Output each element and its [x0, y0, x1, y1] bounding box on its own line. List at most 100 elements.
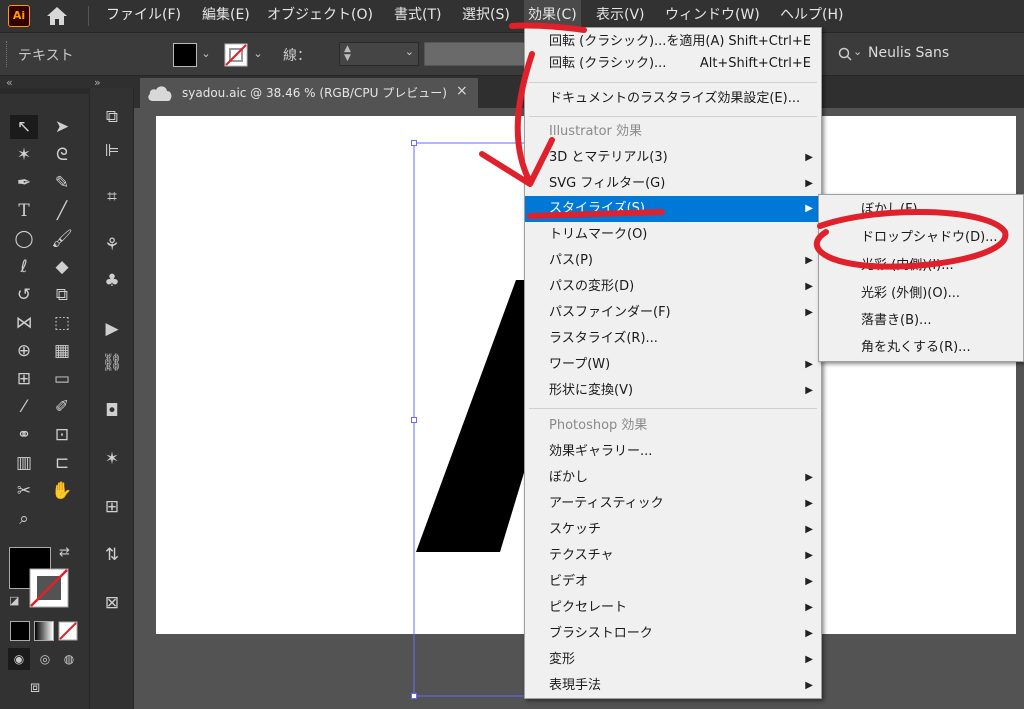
menu-type[interactable]: 書式(T)	[394, 0, 441, 32]
club-symbol-icon[interactable]: ♣	[98, 268, 126, 294]
transform-panel-icon[interactable]: ⧉	[98, 104, 126, 130]
shaper-tool-icon[interactable]: ℓ	[10, 255, 38, 279]
submenu-arrow-icon: ▶	[805, 359, 813, 370]
fill-swatch[interactable]	[173, 43, 197, 67]
paintbrush-tool-icon[interactable]: 🖌	[48, 227, 76, 251]
lasso-tool-icon[interactable]: ᘓ	[48, 143, 76, 167]
scale-tool-icon[interactable]: ⧉	[48, 283, 76, 307]
submenu-item-feather[interactable]: ぼかし(F)...	[819, 197, 1023, 223]
menu-file[interactable]: ファイル(F)	[106, 0, 181, 32]
submenu-item-scribble[interactable]: 落書き(B)...	[819, 308, 1023, 334]
symbol-sprayer-tool-icon[interactable]: ⊡	[48, 423, 76, 447]
menu-edit[interactable]: 編集(E)	[202, 0, 250, 32]
menu-item-path[interactable]: パス(P) ▶	[525, 248, 821, 274]
align-panel-icon[interactable]: ⊫	[98, 138, 126, 164]
menu-item-transform[interactable]: 変形 ▶	[525, 647, 821, 673]
letter-artwork[interactable]	[400, 140, 540, 700]
menu-item-pathfinder[interactable]: パスファインダー(F) ▶	[525, 300, 821, 326]
curvature-tool-icon[interactable]: ✎	[48, 171, 76, 195]
menu-item-raster-settings[interactable]: ドキュメントのラスタライズ効果設定(E)...	[525, 86, 821, 112]
align-grid-icon[interactable]: ⊞	[98, 494, 126, 520]
menu-item-distort[interactable]: パスの変形(D) ▶	[525, 274, 821, 300]
artboard-tool-icon[interactable]: ⊏	[48, 451, 76, 475]
line-tool-icon[interactable]: ╱	[48, 199, 76, 223]
pen-tool-icon[interactable]: ✒	[10, 171, 38, 195]
links-panel-icon[interactable]: ⛓	[98, 350, 126, 376]
menu-item-stylize[interactable]: スタイライズ(S) ▶	[525, 196, 821, 222]
mesh-tool-icon[interactable]: ⊞	[10, 367, 38, 391]
stepper-icon[interactable]: ▲ ▼	[344, 45, 351, 63]
menu-item-video[interactable]: ビデオ ▶	[525, 569, 821, 595]
menu-item-brush-strokes[interactable]: ブラシストローク ▶	[525, 621, 821, 647]
image-trace-panel-icon[interactable]: ◘	[98, 398, 126, 424]
perspective-grid-tool-icon[interactable]: ▦	[48, 339, 76, 363]
slice-tool-icon[interactable]: ✂	[10, 479, 38, 503]
menu-item-pixelate[interactable]: ピクセレート ▶	[525, 595, 821, 621]
menu-item-trim-marks[interactable]: トリムマーク(O)	[525, 222, 821, 248]
menu-item-effect-gallery[interactable]: 効果ギャラリー...	[525, 439, 821, 465]
pathfinder-panel-icon[interactable]: ⌗	[98, 184, 126, 210]
graph-tool-icon[interactable]: ▥	[10, 451, 38, 475]
type-tool-icon[interactable]: T	[10, 199, 38, 223]
default-colors-icon[interactable]: ◪	[9, 594, 19, 607]
export-panel-icon[interactable]: ⊠	[98, 590, 126, 616]
fill-dropdown[interactable]: ⌄	[199, 44, 213, 64]
submenu-item-round-corners[interactable]: 角を丸くする(R)...	[819, 335, 1023, 361]
chevron-down-icon[interactable]: ⌄	[405, 45, 414, 58]
color-mode-icon[interactable]	[10, 621, 30, 641]
width-tool-icon[interactable]: ⋈	[10, 311, 38, 335]
menu-item-3d[interactable]: 3D とマテリアル(3) ▶	[525, 145, 821, 171]
eyedropper-tool-icon[interactable]: ⁄	[10, 395, 38, 419]
menu-item-svg-filter[interactable]: SVG フィルター(G) ▶	[525, 171, 821, 197]
stroke-color-swatch[interactable]	[29, 568, 69, 608]
close-tab-icon[interactable]: ×	[456, 83, 468, 99]
none-mode-icon[interactable]	[58, 621, 78, 641]
rotate-tool-icon[interactable]: ↺	[10, 283, 38, 307]
hand-tool-icon[interactable]: ✋	[48, 479, 76, 503]
home-icon[interactable]	[46, 6, 68, 26]
magic-wand-tool-icon[interactable]: ✶	[10, 143, 38, 167]
menu-item-texture[interactable]: テクスチャ ▶	[525, 543, 821, 569]
menu-item-rotate[interactable]: 回転 (クラシック)... Alt+Shift+Ctrl+E	[525, 51, 821, 77]
menu-item-convert-shape[interactable]: 形状に変換(V) ▶	[525, 378, 821, 404]
menu-item-rasterize[interactable]: ラスタライズ(R)...	[525, 326, 821, 352]
stroke-none-swatch[interactable]	[224, 43, 248, 67]
draw-normal-icon[interactable]: ◉	[8, 648, 30, 670]
grip-handle[interactable]	[6, 41, 11, 67]
magic-wand-panel-icon[interactable]: ✶	[98, 446, 126, 472]
chevron-down-icon[interactable]: ⌄	[853, 45, 862, 58]
menu-select[interactable]: 選択(S)	[462, 0, 510, 32]
menu-item-expressive[interactable]: 表現手法 ▶	[525, 673, 821, 699]
submenu-item-drop-shadow[interactable]: ドロップシャドウ(D)...	[819, 225, 1023, 251]
blend-tool-icon[interactable]: ⚭	[10, 423, 38, 447]
menu-item-blur[interactable]: ぼかし ▶	[525, 465, 821, 491]
symbols-panel-icon[interactable]: ⚘	[98, 232, 126, 258]
swap-colors-icon[interactable]: ⇄	[59, 545, 70, 560]
screen-mode-icon[interactable]: ⧈	[30, 677, 40, 697]
menu-separator	[529, 82, 817, 83]
stroke-dropdown[interactable]: ⌄	[251, 44, 265, 64]
selection-tool-icon[interactable]: ↖	[10, 115, 38, 139]
libraries-panel-icon[interactable]: ⇅	[98, 542, 126, 568]
zoom-tool-icon[interactable]: ⌕	[10, 507, 38, 531]
direct-selection-tool-icon[interactable]: ➤	[48, 115, 76, 139]
actions-panel-icon[interactable]: ▶	[98, 316, 126, 342]
gradient-mode-icon[interactable]	[34, 621, 54, 641]
draw-behind-icon[interactable]: ◎	[34, 648, 56, 670]
menu-item-sketch[interactable]: スケッチ ▶	[525, 517, 821, 543]
draw-inside-icon[interactable]: ◍	[58, 648, 80, 670]
ellipse-tool-icon[interactable]: ◯	[10, 227, 38, 251]
eraser-tool-icon[interactable]: ◆	[48, 255, 76, 279]
gradient-tool-icon[interactable]: ▭	[48, 367, 76, 391]
submenu-item-outer-glow[interactable]: 光彩 (外側)(O)...	[819, 281, 1023, 307]
document-tab[interactable]: syadou.aic @ 38.46 % (RGB/CPU プレビュー) ×	[140, 78, 478, 108]
menu-item-artistic[interactable]: アーティスティック ▶	[525, 491, 821, 517]
menu-object[interactable]: オブジェクト(O)	[267, 0, 373, 32]
measure-tool-icon[interactable]: ✐	[48, 395, 76, 419]
font-search-box[interactable]: ⌄ Neulis Sans	[822, 42, 1024, 66]
menu-item-warp[interactable]: ワープ(W) ▶	[525, 352, 821, 378]
submenu-item-inner-glow[interactable]: 光彩 (内側)(I)...	[819, 253, 1023, 279]
shape-builder-tool-icon[interactable]: ⊕	[10, 339, 38, 363]
stroke-weight-field[interactable]: ▲ ▼ ⌄	[339, 42, 419, 66]
free-transform-tool-icon[interactable]: ⬚	[48, 311, 76, 335]
